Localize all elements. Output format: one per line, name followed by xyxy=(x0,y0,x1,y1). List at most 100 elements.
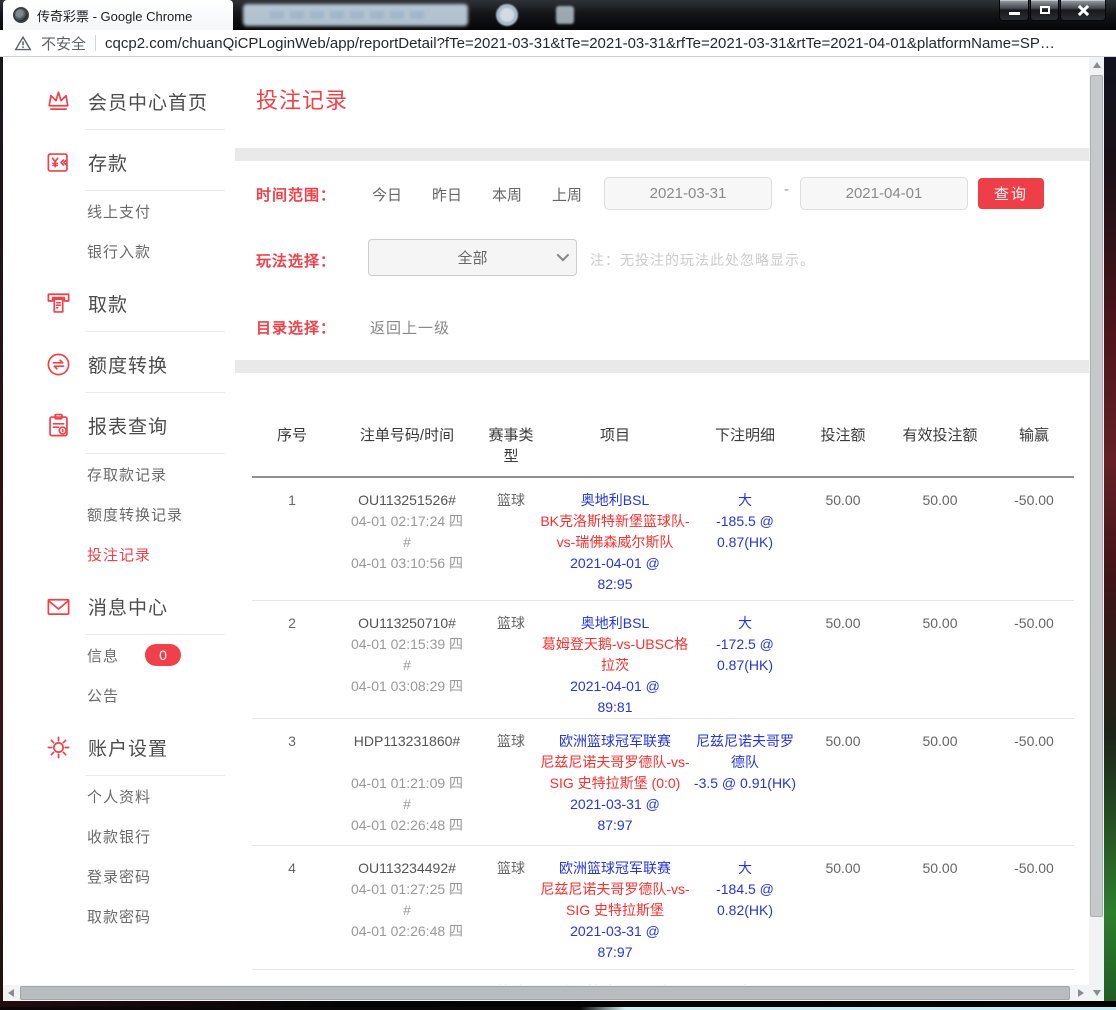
sidebar-subitem-label: 额度转换记录 xyxy=(87,504,183,525)
sidebar-subitem-withdraw-password[interactable]: 取款密码 xyxy=(3,896,225,936)
cell-line: 89:81 xyxy=(540,697,690,718)
minimize-button[interactable] xyxy=(999,0,1029,21)
cell-bet-amount: 50.00 xyxy=(800,601,886,718)
cell-line: 04-01 02:17:24 四 xyxy=(332,511,482,532)
horizontal-scrollbar[interactable] xyxy=(3,985,1089,1001)
cell-project: 欧洲篮球冠军联赛尼兹尼诺夫哥罗德队-vs-SIG 史特拉斯堡 (0:0)2021… xyxy=(540,719,690,845)
horizontal-scroll-thumb[interactable] xyxy=(20,986,1070,1000)
cell-line xyxy=(332,752,482,773)
bet-records-table: 序号注单号码/时间赛事类型项目下注明细投注额有效投注额输赢 1OU1132515… xyxy=(252,412,1074,985)
cell-line: -172.5 @ xyxy=(690,634,800,655)
table-row: 1OU113251526#04-01 02:17:24 四#04-01 03:1… xyxy=(252,478,1074,601)
cell-win-loss: 42.50 xyxy=(994,970,1074,985)
cell-project: 欧洲篮球冠军联赛尼兹尼诺夫哥罗德队-vs-SIG 史特拉斯堡2021-03-31… xyxy=(540,846,690,969)
cell-line: 奥地利BSL xyxy=(540,490,690,511)
minimize-icon xyxy=(1009,12,1020,15)
quick-link-yesterday[interactable]: 昨日 xyxy=(432,184,462,205)
cell-bet-amount: 50.00 xyxy=(800,478,886,600)
sidebar-subitem-bet-records[interactable]: 投注记录 xyxy=(3,534,225,574)
play-type-select[interactable]: 全部 xyxy=(368,239,577,276)
cell-order-number-time: HDP113231860#04-01 01:21:09 四#04-01 02:2… xyxy=(332,719,482,845)
sidebar-subitem-deposit-withdraw-records[interactable]: 存取款记录 xyxy=(3,454,225,494)
cell-win-loss: -50.00 xyxy=(994,478,1074,600)
address-bar: 不安全 cqcp2.com/chuanQiCPLoginWeb/app/repo… xyxy=(0,30,1116,57)
cell-line: BK克洛斯特新堡篮球队-vs-瑞佛森威尔斯队 xyxy=(540,511,690,553)
sidebar-item-home[interactable]: 会员中心首页 xyxy=(3,81,225,121)
maximize-button[interactable] xyxy=(1030,0,1059,21)
column-header: 赛事类型 xyxy=(482,412,540,466)
cell-bet-detail: 大-172.5 @0.87(HK) xyxy=(690,601,800,718)
cell-line: # xyxy=(332,532,482,553)
sidebar-separator xyxy=(85,331,225,332)
cell-sport-type: 篮球 xyxy=(482,478,540,600)
cell-line: 04-01 01:21:09 四 xyxy=(332,773,482,794)
sidebar-item-report[interactable]: 报表查询 xyxy=(3,405,225,445)
sidebar-item-deposit[interactable]: 存款 xyxy=(3,142,225,182)
cell-bet-amount: 50.00 xyxy=(800,846,886,969)
back-up-level-link[interactable]: 返回上一级 xyxy=(370,317,450,338)
sidebar-item-account[interactable]: 账户设置 xyxy=(3,727,225,767)
table-row: 5OU113234992#04-01 01:28:52 四篮球欧洲篮球冠军联赛土… xyxy=(252,970,1074,985)
date-from-input[interactable]: 2021-03-31 xyxy=(604,177,772,210)
withdraw-icon xyxy=(45,290,72,317)
search-button[interactable]: 查询 xyxy=(978,178,1044,209)
sidebar-subitem-label: 线上支付 xyxy=(87,201,151,222)
cell-line: OU113250710# xyxy=(332,613,482,634)
cell-line: 0.87(HK) xyxy=(690,655,800,676)
sidebar-item-label: 存款 xyxy=(88,149,128,176)
sidebar-subitem-label: 公告 xyxy=(87,685,119,706)
scroll-left-icon[interactable] xyxy=(3,985,19,1001)
background-window-chip xyxy=(556,6,574,24)
cell-bet-detail: 尼兹尼诺夫哥罗德队-3.5 @ 0.91(HK) xyxy=(690,719,800,845)
cell-order-number-time: OU113250710#04-01 02:15:39 四#04-01 03:08… xyxy=(332,601,482,718)
sidebar-subitem-messages[interactable]: 信息0 xyxy=(3,635,225,675)
column-header: 有效投注额 xyxy=(886,412,994,466)
section-divider xyxy=(235,148,1089,161)
maximize-icon xyxy=(1040,6,1050,14)
cell-line: 2021-04-01 @ xyxy=(540,553,690,574)
sidebar-subitem-receiving-bank[interactable]: 收款银行 xyxy=(3,816,225,856)
table-header-row: 序号注单号码/时间赛事类型项目下注明细投注额有效投注额输赢 xyxy=(252,412,1074,478)
quick-link-this-week[interactable]: 本周 xyxy=(492,184,522,205)
sidebar-item-message[interactable]: 消息中心 xyxy=(3,586,225,626)
vertical-scrollbar[interactable] xyxy=(1089,57,1104,1001)
vertical-scroll-thumb[interactable] xyxy=(1090,75,1103,917)
url-text[interactable]: cqcp2.com/chuanQiCPLoginWeb/app/reportDe… xyxy=(105,35,1055,52)
cell-sport-type: 篮球 xyxy=(482,970,540,985)
close-button[interactable] xyxy=(1060,0,1106,21)
cell-win-loss: -50.00 xyxy=(994,601,1074,718)
date-to-input[interactable]: 2021-04-01 xyxy=(800,177,968,210)
sidebar-subitem-online-pay[interactable]: 线上支付 xyxy=(3,191,225,231)
window-border-right xyxy=(1104,30,1116,1010)
sidebar-subitem-transfer-records[interactable]: 额度转换记录 xyxy=(3,494,225,534)
scroll-up-icon[interactable] xyxy=(1089,57,1104,73)
cell-line: # xyxy=(332,794,482,815)
table-row: 2OU113250710#04-01 02:15:39 四#04-01 03:0… xyxy=(252,601,1074,719)
sidebar-subitem-announcements[interactable]: 公告 xyxy=(3,675,225,715)
date-range-separator: - xyxy=(784,181,789,198)
sidebar-subitem-login-password[interactable]: 登录密码 xyxy=(3,856,225,896)
settings-icon xyxy=(45,734,72,761)
scroll-right-icon[interactable] xyxy=(1073,985,1089,1001)
scroll-down-icon[interactable] xyxy=(1089,985,1104,1001)
sidebar-subitem-bank-deposit[interactable]: 银行入款 xyxy=(3,231,225,271)
sidebar-subitem-label: 登录密码 xyxy=(87,866,151,887)
sidebar-item-withdraw[interactable]: 取款 xyxy=(3,283,225,323)
sidebar-subitem-label: 取款密码 xyxy=(87,906,151,927)
cell-line: OU113251526# xyxy=(332,490,482,511)
cell-line: 大 xyxy=(690,858,800,879)
quick-link-today[interactable]: 今日 xyxy=(372,184,402,205)
sidebar-subitem-label: 信息 xyxy=(87,645,119,666)
cell-line: 04-01 02:26:48 四 xyxy=(332,921,482,942)
sidebar-item-transfer[interactable]: 额度转换 xyxy=(3,344,225,384)
cell-project: 奥地利BSLBK克洛斯特新堡篮球队-vs-瑞佛森威尔斯队2021-04-01 @… xyxy=(540,478,690,600)
cell-bet-amount: 50.00 xyxy=(800,970,886,985)
sidebar-separator xyxy=(85,129,225,130)
sidebar-subitem-profile[interactable]: 个人资料 xyxy=(3,776,225,816)
main-content: 投注记录 时间范围： 今日 昨日 本周 上周 2021-03-31 - 2021… xyxy=(225,57,1089,985)
sidebar-subitem-label: 银行入款 xyxy=(87,241,151,262)
cell-valid-amount: 50.00 xyxy=(886,970,994,985)
quick-link-last-week[interactable]: 上周 xyxy=(552,184,582,205)
cell-valid-amount: 50.00 xyxy=(886,719,994,845)
favicon-icon xyxy=(13,7,29,23)
